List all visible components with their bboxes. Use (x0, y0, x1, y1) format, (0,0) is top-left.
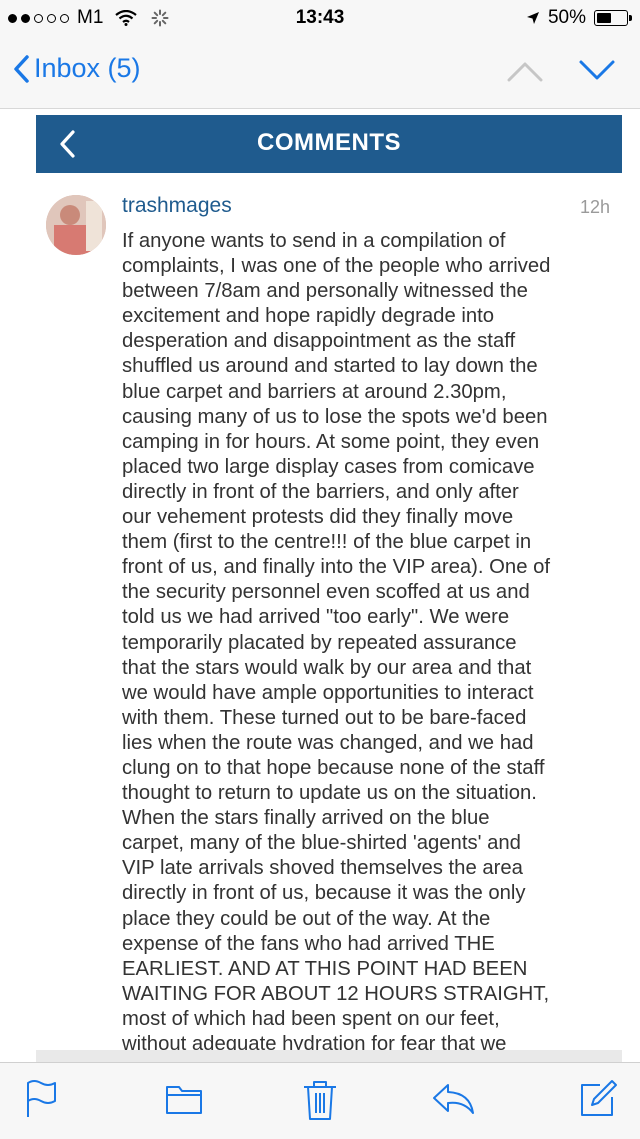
previous-message-chevron-up-icon[interactable] (506, 56, 544, 86)
content-divider (36, 1050, 622, 1062)
comment-text: If anyone wants to send in a compilation… (122, 230, 551, 1055)
comments-title: COMMENTS (257, 129, 401, 156)
folder-icon[interactable] (164, 1079, 204, 1119)
comment-timestamp: 12h (579, 197, 610, 217)
mail-nav-bar: Inbox (5) (0, 36, 640, 109)
location-arrow-icon (526, 12, 539, 24)
inbox-back-label: Inbox (5) (34, 53, 141, 83)
trash-icon[interactable] (302, 1079, 338, 1123)
inbox-back-button[interactable]: Inbox (5) (12, 53, 141, 84)
avatar (46, 195, 106, 255)
battery-percentage: 50% (547, 7, 586, 28)
email-body: COMMENTS trashmages 12h If anyone wants … (0, 109, 640, 1062)
bottom-toolbar (0, 1062, 640, 1139)
compose-icon[interactable] (578, 1079, 618, 1119)
reply-icon[interactable] (430, 1079, 476, 1119)
comment-username[interactable]: trashmages (122, 194, 232, 218)
battery-icon (594, 10, 632, 26)
flag-icon[interactable] (24, 1079, 58, 1119)
chevron-left-icon (14, 54, 29, 83)
status-bar: M1 13:43 50% (0, 0, 640, 36)
comments-header-bar: COMMENTS (36, 115, 622, 173)
next-message-chevron-down-icon[interactable] (578, 56, 616, 86)
